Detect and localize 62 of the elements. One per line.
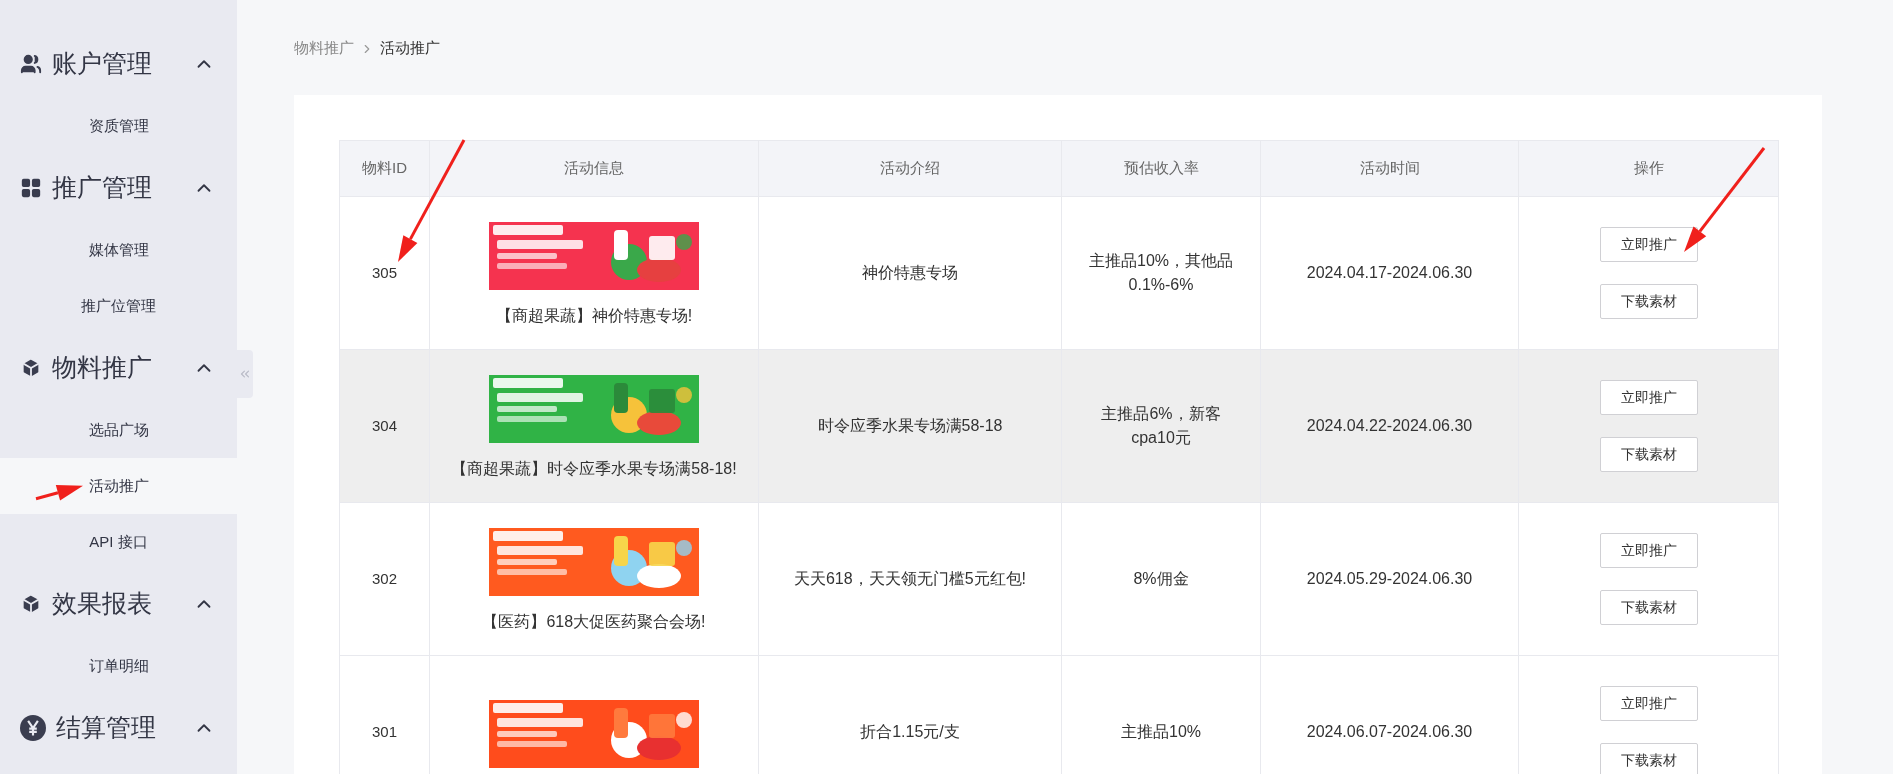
table-row[interactable]: 304 【商超果蔬】时令应季水果专场满58-18! 时令应季水果专场满58-18 主推品6%，新客cpa10元 2024.04.22-2024.06.30 立即推广 下载素材 (339, 349, 1779, 503)
promote-button[interactable]: 立即推广 (1599, 686, 1698, 721)
cube-icon (20, 593, 42, 615)
column-header: 预估收入率 (1061, 140, 1261, 197)
download-button[interactable]: 下载素材 (1599, 743, 1698, 774)
table-cell: 304 (372, 416, 397, 434)
menu-group-label: 推广管理 (52, 172, 153, 204)
activity-title: 【商超果蔬】时令应季水果专场满58-18! (451, 459, 737, 479)
menu-group[interactable]: 推广管理 (0, 154, 237, 222)
yen-icon (20, 715, 46, 741)
menu-group-label: 账户管理 (52, 48, 153, 80)
activity-title: 【商超果蔬】神价特惠专场! (495, 306, 693, 326)
table-cell: 时令应季水果专场满58-18 (817, 417, 1003, 434)
table-cell: 2024.06.07-2024.06.30 (1306, 723, 1473, 740)
users-icon (20, 53, 42, 75)
table-cell: 305 (372, 263, 397, 281)
table-cell: 折合1.15元/支 (860, 723, 960, 740)
menu-group-label: 效果报表 (52, 588, 153, 620)
menu-group-label: 物料推广 (52, 352, 153, 384)
cube-icon (20, 357, 42, 379)
menu-group-label: 结算管理 (56, 712, 157, 744)
table-cell: 2024.04.22-2024.06.30 (1306, 417, 1473, 434)
table-row[interactable]: 301 折合1.15元/支 主推品10% 2024.06.07-2024.06.30 立即推广 下载素材 (339, 655, 1779, 774)
table-cell: 302 (372, 569, 397, 587)
promote-button[interactable]: 立即推广 (1599, 533, 1698, 568)
promote-button[interactable]: 立即推广 (1599, 380, 1698, 415)
menu-group[interactable]: 物料推广 (0, 334, 237, 402)
column-header: 活动介绍 (758, 140, 1062, 197)
column-header: 物料ID (339, 140, 430, 197)
table-cell: 2024.04.17-2024.06.30 (1306, 264, 1473, 281)
menu-item[interactable]: API 接口 (0, 514, 237, 570)
annotation-arrow (35, 485, 83, 501)
menu-group[interactable]: 结算管理 (0, 694, 237, 762)
table-cell: 主推品10% (1121, 723, 1201, 740)
column-header: 活动信息 (429, 140, 759, 197)
table-cell: 主推品10%，其他品0.1%-6% (1089, 252, 1233, 293)
menu-group[interactable]: 账户管理 (0, 30, 237, 98)
table-row[interactable]: 302 【医药】618大促医药聚合会场! 天天618，天天领无门槛5元红包! 8%佣金 2024.05.29-2024.06.30 立即推广 下载素材 (339, 502, 1779, 656)
menu-item[interactable]: 媒体管理 (0, 222, 237, 278)
table-row[interactable]: 305 【商超果蔬】神价特惠专场! 神价特惠专场 主推品10%，其他品0.1%-6% 2024.04.17-2024.06.30 立即推广 下载素材 (339, 196, 1779, 350)
download-button[interactable]: 下载素材 (1599, 590, 1698, 625)
collapse-handle[interactable] (237, 350, 253, 398)
download-button[interactable]: 下载素材 (1599, 437, 1698, 472)
table-cell: 301 (372, 722, 397, 740)
menu-group[interactable]: 效果报表 (0, 570, 237, 638)
menu-item[interactable]: 选品广场 (0, 402, 237, 458)
column-header: 操作 (1518, 140, 1779, 197)
grid-icon (20, 177, 42, 199)
table-cell: 主推品6%，新客cpa10元 (1101, 405, 1221, 446)
column-header: 活动时间 (1260, 140, 1519, 197)
breadcrumb-item: 活动推广 (380, 38, 440, 59)
table-cell: 天天618，天天领无门槛5元红包! (793, 570, 1026, 587)
table-cell: 2024.05.29-2024.06.30 (1306, 570, 1473, 587)
menu-item[interactable]: 活动推广 (0, 458, 237, 514)
menu-item[interactable]: 推广位管理 (0, 278, 237, 334)
table-cell: 8%佣金 (1133, 570, 1189, 587)
activity-title: 【医药】618大促医药聚合会场! (482, 612, 706, 632)
table-cell: 神价特惠专场 (862, 264, 958, 281)
menu-item[interactable]: 订单明细 (0, 638, 237, 694)
download-button[interactable]: 下载素材 (1599, 284, 1698, 319)
menu-item[interactable]: 资质管理 (0, 98, 237, 154)
promote-button[interactable]: 立即推广 (1599, 227, 1698, 262)
